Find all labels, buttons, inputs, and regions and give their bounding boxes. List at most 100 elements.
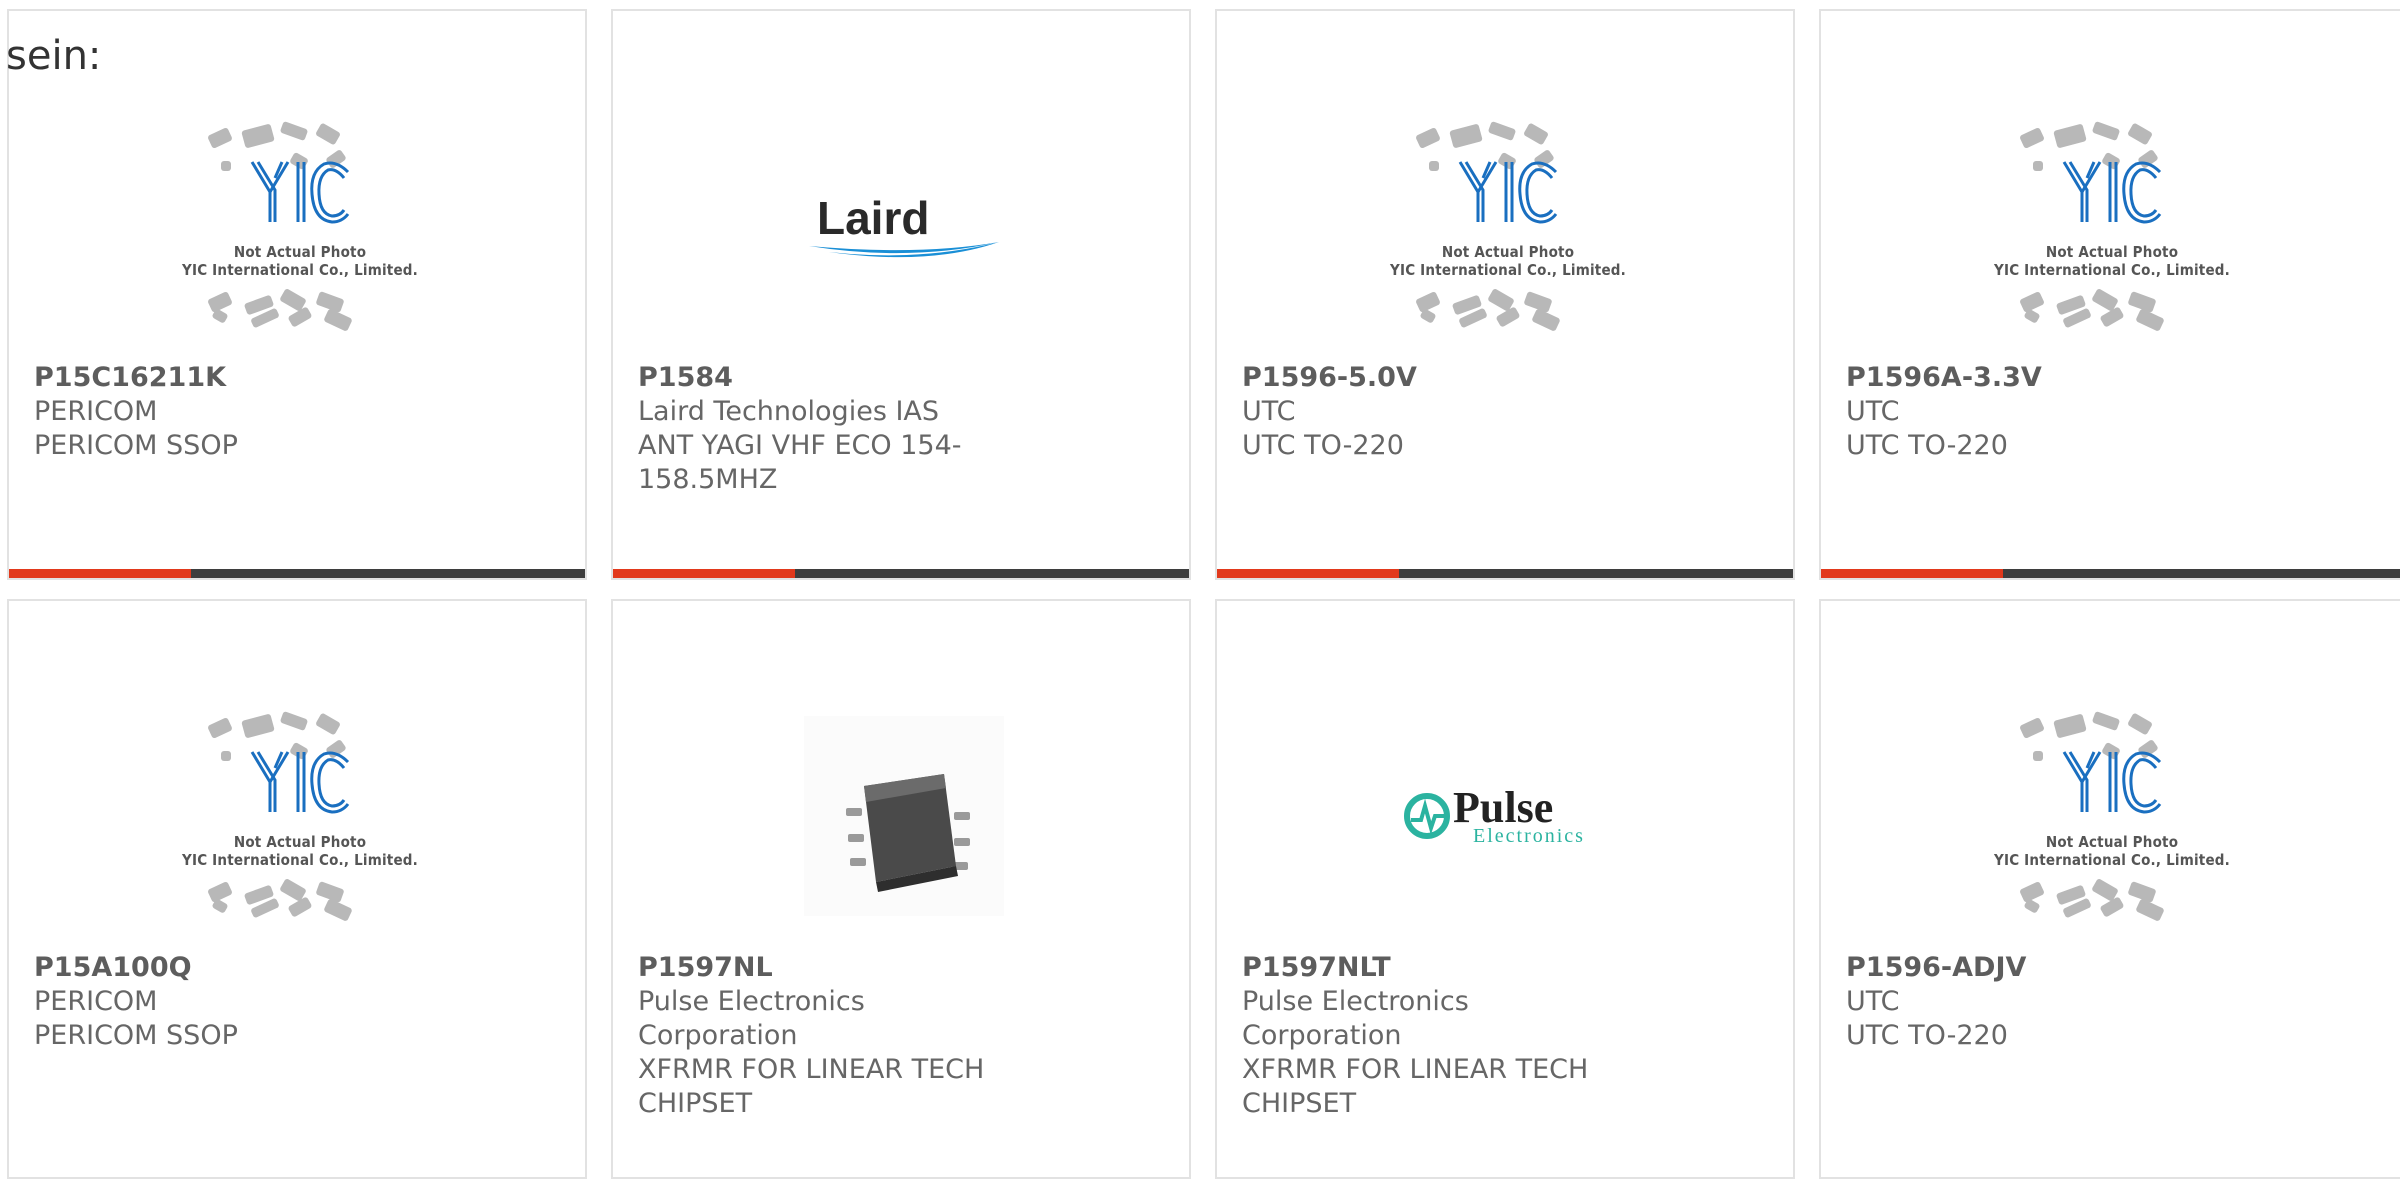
- photo-disclaimer: Not Actual Photo: [2045, 833, 2179, 851]
- description: ANT YAGI VHF ECO 154-158.5MHZ: [638, 430, 962, 495]
- chip-icon: [221, 751, 231, 761]
- chip-icon: [211, 898, 229, 914]
- laird-logo-icon: Laird: [809, 192, 999, 258]
- chip-icon: [1495, 306, 1521, 328]
- part-number[interactable]: P1597NL: [638, 951, 998, 985]
- chip-icon: [2091, 120, 2121, 142]
- yic-logo-icon: [250, 161, 350, 224]
- company-caption: YIC International Co., Limited.: [1994, 261, 2230, 279]
- card-accent-fill: [1821, 569, 2003, 578]
- chip-icon: [314, 122, 342, 146]
- product-card[interactable]: Not Actual Photo YIC International Co., L…: [7, 599, 587, 1179]
- yic-logo-icon: [2062, 751, 2162, 814]
- manufacturer: UTC: [1846, 986, 1900, 1017]
- product-card[interactable]: Pulse Electronics P1597NLT Pulse Electron…: [1215, 599, 1795, 1179]
- company-caption: YIC International Co., Limited.: [1390, 261, 1626, 279]
- product-image: [773, 693, 1035, 939]
- card-accent-bar: [9, 569, 585, 578]
- part-number[interactable]: P1596-ADJV: [1846, 951, 2286, 985]
- part-number[interactable]: P15C16211K: [34, 361, 474, 395]
- manufacturer: PERICOM: [34, 986, 158, 1017]
- chip-icon: [2053, 123, 2087, 149]
- product-card[interactable]: Not Actual Photo YIC International Co., L…: [7, 9, 587, 580]
- chip-icon: [207, 127, 233, 149]
- chip-icon: [323, 308, 353, 332]
- chip-icon: [2033, 161, 2043, 171]
- photo-disclaimer: Not Actual Photo: [233, 243, 367, 261]
- product-image: Laird: [773, 103, 1035, 349]
- description: UTC TO-220: [1242, 430, 1404, 461]
- chip-icon: [287, 306, 313, 328]
- product-card[interactable]: Not Actual Photo YIC International Co., L…: [1819, 599, 2400, 1179]
- chip-icon: [211, 308, 229, 324]
- yic-logo-icon: [2062, 161, 2162, 224]
- page-heading: sein:: [6, 33, 102, 79]
- chip-icon: [1419, 308, 1437, 324]
- chip-icon: [1429, 161, 1439, 171]
- chip-icon: [2135, 308, 2165, 332]
- product-image: Not Actual Photo YIC International Co., L…: [169, 693, 431, 939]
- chip-icon: [1449, 123, 1483, 149]
- chip-icon: [241, 713, 275, 739]
- part-number[interactable]: P15A100Q: [34, 951, 474, 985]
- yic-logo-icon: [1458, 161, 1558, 224]
- card-accent-fill: [9, 569, 191, 578]
- pulse-logo-icon: PulseElectronics: [1404, 783, 1585, 847]
- description: UTC TO-220: [1846, 430, 2008, 461]
- photo-disclaimer: Not Actual Photo: [1441, 243, 1575, 261]
- chip-icon: [2023, 898, 2041, 914]
- pulse-subtitle: Electronics: [1473, 825, 1585, 847]
- manufacturer: UTC: [1846, 396, 1900, 427]
- description: PERICOM SSOP: [34, 430, 238, 461]
- card-accent-bar: [1217, 569, 1793, 578]
- chip-icon: [314, 712, 342, 736]
- yic-placeholder-image: Not Actual Photo YIC International Co., L…: [169, 103, 431, 349]
- chip-icon: [323, 898, 353, 922]
- chip-icon: [1415, 127, 1441, 149]
- chip-icon: [1522, 122, 1550, 146]
- chip-icon: [2091, 710, 2121, 732]
- chip-icon: [287, 896, 313, 918]
- chip-icon: [1487, 120, 1517, 142]
- chip-icon: [2033, 751, 2043, 761]
- manufacturer: Laird Technologies IAS: [638, 396, 940, 427]
- product-image: Not Actual Photo YIC International Co., L…: [169, 103, 431, 349]
- chip-icon: [2126, 712, 2154, 736]
- chip-icon: [207, 717, 233, 739]
- manufacturer: PERICOM: [34, 396, 158, 427]
- part-number[interactable]: P1596-5.0V: [1242, 361, 1682, 395]
- chip-icon: [221, 161, 231, 171]
- product-image: Not Actual Photo YIC International Co., L…: [1981, 103, 2243, 349]
- manufacturer: UTC: [1242, 396, 1296, 427]
- part-number[interactable]: P1584: [638, 361, 978, 395]
- yic-placeholder-image: Not Actual Photo YIC International Co., L…: [1981, 103, 2243, 349]
- description: XFRMR FOR LINEAR TECH CHIPSET: [638, 1054, 985, 1119]
- description: PERICOM SSOP: [34, 1020, 238, 1051]
- chip-icon: [2099, 306, 2125, 328]
- product-card[interactable]: Not Actual Photo YIC International Co., L…: [1215, 9, 1795, 580]
- chip-icon: [2053, 713, 2087, 739]
- product-card[interactable]: Laird P1584 Laird Technologies IAS ANT Y…: [611, 9, 1191, 580]
- description: UTC TO-220: [1846, 1020, 2008, 1051]
- yic-logo-icon: [250, 751, 350, 814]
- company-caption: YIC International Co., Limited.: [1994, 851, 2230, 869]
- company-caption: YIC International Co., Limited.: [182, 261, 418, 279]
- product-card[interactable]: Not Actual Photo YIC International Co., L…: [1819, 9, 2400, 580]
- chip-icon: [2135, 898, 2165, 922]
- company-caption: YIC International Co., Limited.: [182, 851, 418, 869]
- product-image: Not Actual Photo YIC International Co., L…: [1377, 103, 1639, 349]
- chip-icon: [279, 120, 309, 142]
- photo-disclaimer: Not Actual Photo: [2045, 243, 2179, 261]
- part-number[interactable]: P1597NLT: [1242, 951, 1602, 985]
- yic-placeholder-image: Not Actual Photo YIC International Co., L…: [1377, 103, 1639, 349]
- part-number[interactable]: P1596A-3.3V: [1846, 361, 2286, 395]
- yic-placeholder-image: Not Actual Photo YIC International Co., L…: [169, 693, 431, 939]
- chip-icon: [2019, 127, 2045, 149]
- photo-disclaimer: Not Actual Photo: [233, 833, 367, 851]
- chip-icon: [2126, 122, 2154, 146]
- manufacturer: Pulse Electronics Corporation: [638, 986, 865, 1051]
- chip-icon: [1531, 308, 1561, 332]
- product-image: Not Actual Photo YIC International Co., L…: [1981, 693, 2243, 939]
- product-card[interactable]: P1597NL Pulse Electronics Corporation XF…: [611, 599, 1191, 1179]
- card-accent-fill: [1217, 569, 1399, 578]
